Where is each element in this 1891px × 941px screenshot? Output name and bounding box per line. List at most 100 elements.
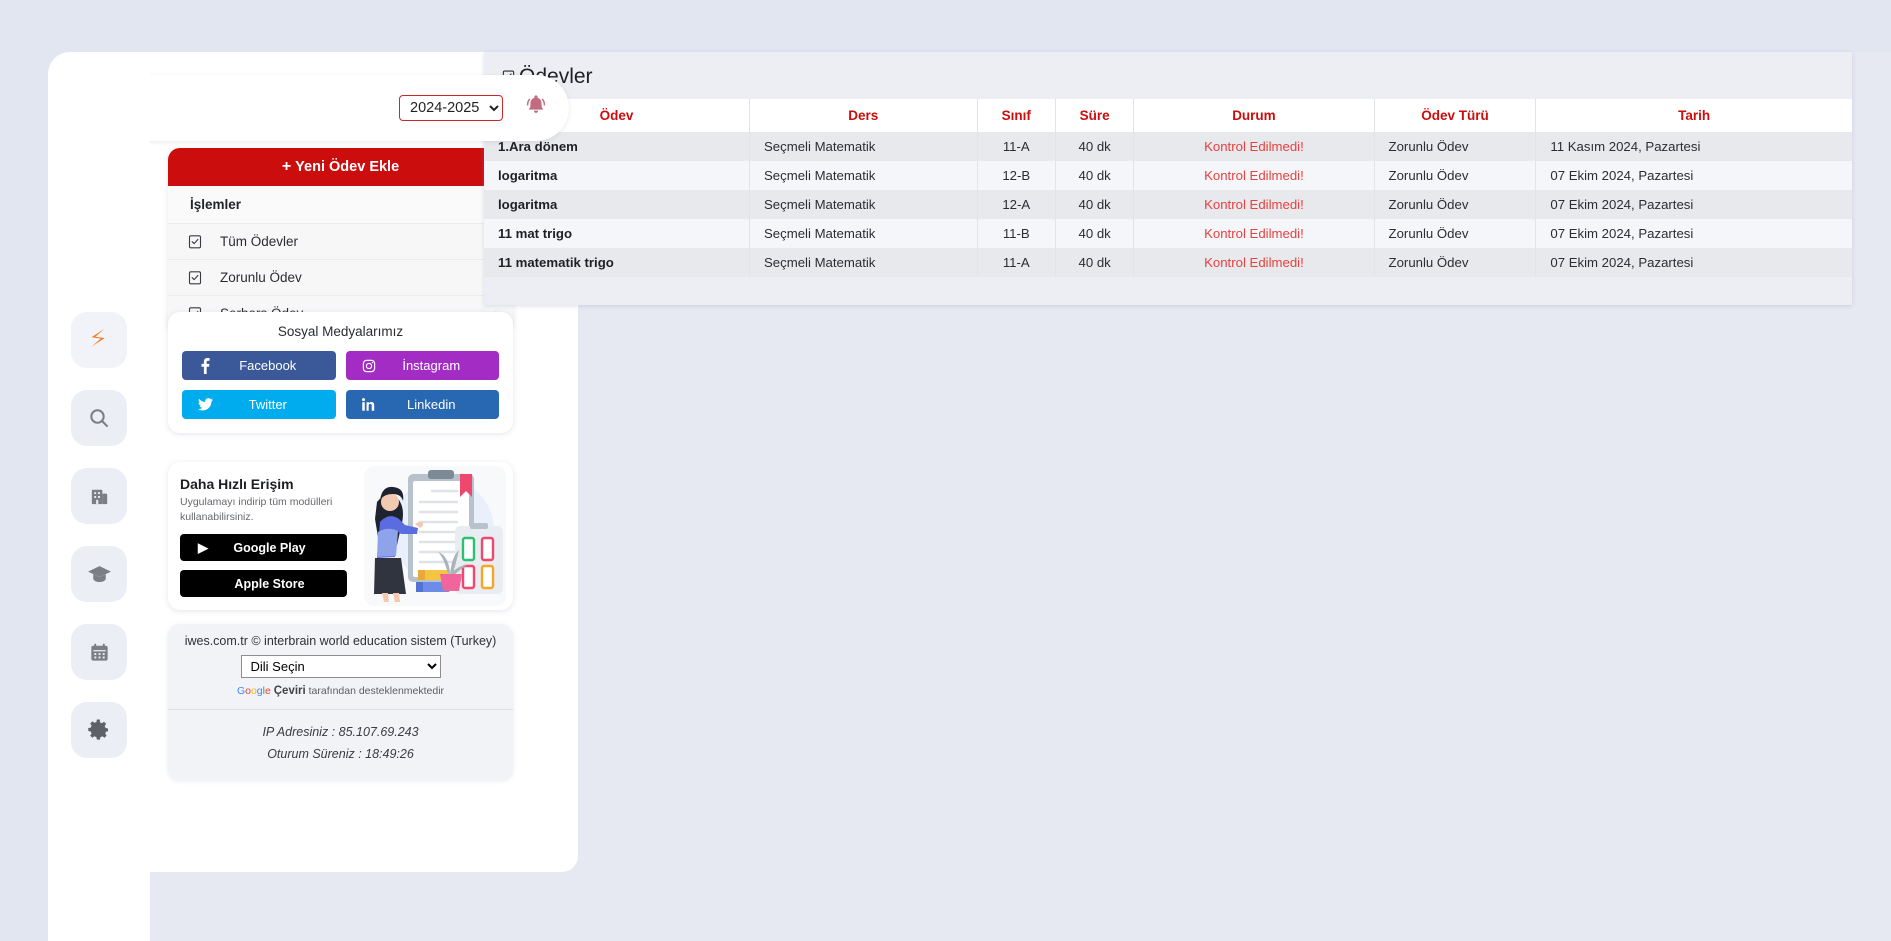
plus-icon: + bbox=[281, 158, 292, 175]
google-play-button[interactable]: ▶ Google Play bbox=[180, 534, 347, 562]
table-row[interactable]: 11 mat trigo Seçmeli Matematik 11-B 40 d… bbox=[484, 219, 1852, 248]
app-download-subtitle: Uygulamayı indirip tüm modülleri kullana… bbox=[180, 496, 333, 524]
menu-item-label: Tüm Ödevler bbox=[220, 234, 299, 249]
table-row[interactable]: 1.Ara dönem Seçmeli Matematik 11-A 40 dk… bbox=[484, 132, 1852, 161]
add-new-homework-button[interactable]: + Yeni Ödev Ekle bbox=[168, 148, 513, 186]
cell-tarih: 07 Ekim 2024, Pazartesi bbox=[1550, 168, 1694, 183]
cell-sure: 40 dk bbox=[1055, 132, 1135, 161]
session-duration-text: Oturum Süreniz : 18:49:26 bbox=[267, 746, 414, 761]
cell-tarih: 11 Kasım 2024, Pazartesi bbox=[1550, 139, 1701, 154]
cell-odev-turu: Zorunlu Ödev bbox=[1374, 190, 1537, 219]
clipboard-check-icon bbox=[188, 270, 212, 285]
sidebar-item-search[interactable] bbox=[71, 390, 127, 446]
cell-tarih: 07 Ekim 2024, Pazartesi bbox=[1550, 197, 1694, 212]
column-header-odev-turu[interactable]: Ödev Türü bbox=[1374, 99, 1537, 132]
operations-section-title: İşlemler bbox=[168, 186, 513, 223]
cell-odev: logaritma bbox=[484, 190, 750, 219]
linkedin-button[interactable]: Linkedin bbox=[345, 390, 499, 419]
academic-year-select[interactable]: 2024-2025 bbox=[399, 95, 503, 121]
cell-odev-turu: Zorunlu Ödev bbox=[1374, 219, 1537, 248]
notifications-button[interactable] bbox=[517, 89, 555, 127]
homework-table: Ödev Ders Sınıf Süre Durum Ödev Türü Tar… bbox=[484, 99, 1852, 277]
woman-with-clipboard-illustration bbox=[360, 462, 513, 610]
status-badge: Kontrol Edilmedi! bbox=[1133, 190, 1375, 219]
status-badge: Kontrol Edilmedi! bbox=[1133, 219, 1375, 248]
twitter-button[interactable]: Twitter bbox=[182, 390, 336, 419]
table-row[interactable]: logaritma Seçmeli Matematik 12-A 40 dk K… bbox=[484, 190, 1852, 219]
sidebar-item-settings[interactable] bbox=[71, 702, 127, 758]
apple-store-label: Apple Store bbox=[234, 576, 305, 591]
ip-address-text: IP Adresiniz : 85.107.69.243 bbox=[262, 725, 419, 739]
cell-sure: 40 dk bbox=[1055, 161, 1135, 190]
instagram-icon bbox=[354, 359, 384, 373]
facebook-button[interactable]: Facebook bbox=[182, 351, 336, 380]
play-triangle-icon: ▶ bbox=[198, 539, 208, 555]
add-new-homework-label: Yeni Ödev Ekle bbox=[295, 159, 400, 175]
column-header-ders[interactable]: Ders bbox=[749, 99, 978, 132]
column-header-sinif[interactable]: Sınıf bbox=[977, 99, 1056, 132]
cell-ders: Seçmeli Matematik bbox=[749, 161, 978, 190]
table-header-row: Ödev Ders Sınıf Süre Durum Ödev Türü Tar… bbox=[484, 99, 1852, 132]
bell-icon bbox=[522, 92, 550, 125]
cell-tarih: 07 Ekim 2024, Pazartesi bbox=[1550, 226, 1694, 241]
sidebar-item-school[interactable] bbox=[71, 546, 127, 602]
cell-tarih: 07 Ekim 2024, Pazartesi bbox=[1550, 255, 1694, 270]
table-row[interactable]: logaritma Seçmeli Matematik 12-B 40 dk K… bbox=[484, 161, 1852, 190]
cell-sinif: 11-A bbox=[977, 132, 1056, 161]
cell-sure: 40 dk bbox=[1055, 190, 1135, 219]
cell-sinif: 12-A bbox=[977, 190, 1056, 219]
cell-ders: Seçmeli Matematik bbox=[749, 132, 978, 161]
sidebar-item-logo[interactable] bbox=[71, 312, 127, 368]
translate-word: Çeviri bbox=[273, 685, 306, 697]
translate-suffix: tarafından desteklenmektedir bbox=[305, 685, 445, 697]
cell-ders: Seçmeli Matematik bbox=[749, 248, 978, 277]
menu-item-label: Zorunlu Ödev bbox=[220, 270, 302, 285]
twitter-icon bbox=[190, 398, 220, 411]
gear-icon bbox=[87, 718, 111, 742]
instagram-button[interactable]: İnstagram bbox=[345, 351, 499, 380]
linkedin-icon bbox=[354, 398, 384, 411]
cell-sinif: 12-B bbox=[977, 161, 1056, 190]
menu-item-all-homework[interactable]: Tüm Ödevler › bbox=[168, 223, 513, 259]
google-play-label: Google Play bbox=[233, 540, 306, 555]
social-media-title: Sosyal Medyalarımız bbox=[277, 324, 404, 339]
cell-odev-turu: Zorunlu Ödev bbox=[1374, 248, 1537, 277]
facebook-icon bbox=[190, 357, 220, 374]
cell-odev-turu: Zorunlu Ödev bbox=[1374, 161, 1537, 190]
cell-odev-turu: Zorunlu Ödev bbox=[1374, 132, 1537, 161]
apple-store-button[interactable]: Apple Store bbox=[180, 570, 347, 598]
cell-sinif: 11-B bbox=[977, 219, 1056, 248]
column-header-sure[interactable]: Süre bbox=[1055, 99, 1135, 132]
cell-sinif: 11-A bbox=[977, 248, 1056, 277]
social-media-card: Sosyal Medyalarımız Facebook İnstagram T… bbox=[168, 312, 513, 433]
sidebar-item-institution[interactable] bbox=[71, 468, 127, 524]
status-badge: Kontrol Edilmedi! bbox=[1133, 161, 1375, 190]
logo-icon bbox=[84, 325, 114, 355]
column-header-durum[interactable]: Durum bbox=[1133, 99, 1375, 132]
status-badge: Kontrol Edilmedi! bbox=[1133, 132, 1375, 161]
status-badge: Kontrol Edilmedi! bbox=[1133, 248, 1375, 277]
copyright-text: iwes.com.tr © interbrain world education… bbox=[184, 634, 497, 648]
google-translate-credit: Google Çeviri tarafından desteklenmekted… bbox=[178, 685, 503, 697]
cell-ders: Seçmeli Matematik bbox=[749, 219, 978, 248]
table-row[interactable]: 11 matematik trigo Seçmeli Matematik 11-… bbox=[484, 248, 1852, 277]
app-download-title: Daha Hızlı Erişim bbox=[180, 476, 294, 492]
linkedin-label: Linkedin bbox=[407, 397, 456, 412]
instagram-label: İnstagram bbox=[402, 358, 461, 373]
facebook-label: Facebook bbox=[239, 358, 297, 373]
graduation-cap-icon bbox=[87, 562, 112, 587]
app-root: +Yeni Ödev Ekle İşlemler Tüm Ödevler › bbox=[0, 0, 1891, 941]
cell-sure: 40 dk bbox=[1055, 248, 1135, 277]
column-header-tarih[interactable]: Tarih bbox=[1535, 99, 1852, 132]
language-select[interactable]: Dili Seçin bbox=[240, 655, 441, 678]
operations-card: +Yeni Ödev Ekle İşlemler Tüm Ödevler › bbox=[168, 148, 513, 331]
sidebar-item-calendar[interactable] bbox=[71, 624, 127, 680]
footer-card: iwes.com.tr © interbrain world education… bbox=[168, 624, 513, 780]
building-icon bbox=[88, 485, 111, 508]
twitter-label: Twitter bbox=[248, 397, 287, 412]
google-logo-text: Google bbox=[236, 685, 271, 697]
search-icon bbox=[87, 406, 111, 430]
cell-odev: logaritma bbox=[484, 161, 750, 190]
menu-item-mandatory-homework[interactable]: Zorunlu Ödev › bbox=[168, 259, 513, 295]
app-download-card: Daha Hızlı Erişim Uygulamayı indirip tüm… bbox=[168, 462, 513, 610]
